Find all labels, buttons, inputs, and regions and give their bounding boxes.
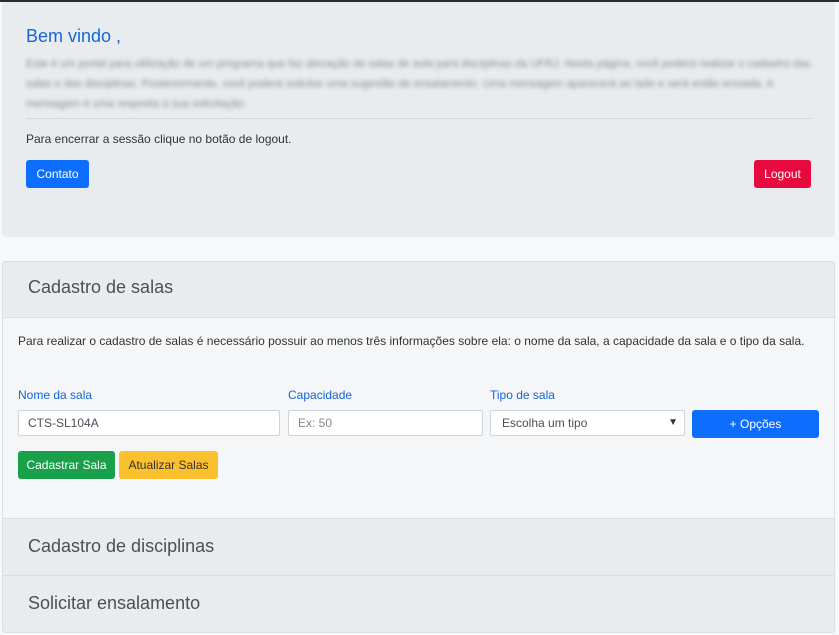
capacidade-label: Capacidade [288, 388, 353, 402]
logout-button[interactable]: Logout [754, 160, 811, 188]
contato-button[interactable]: Contato [26, 160, 89, 188]
capacidade-input[interactable]: Ex: 50 [288, 410, 483, 436]
logout-note: Para encerrar a sessão clique no botão d… [26, 132, 292, 146]
accordion: Cadastro de salas Para realizar o cadast… [2, 261, 835, 633]
capacidade-placeholder: Ex: 50 [298, 416, 333, 430]
accordion-header-label: Solicitar ensalamento [28, 593, 201, 613]
accordion-header-label: Cadastro de salas [28, 277, 174, 297]
tipo-sala-select[interactable]: Escolha um tipo ▼ [490, 410, 685, 436]
cadastrar-sala-button[interactable]: Cadastrar Sala [18, 451, 115, 479]
accordion-header-cadastro-salas[interactable]: Cadastro de salas [2, 261, 835, 318]
cadastro-salas-panel: Para realizar o cadastro de salas é nece… [2, 318, 835, 518]
chevron-down-icon: ▼ [668, 417, 678, 428]
panel-description: Para realizar o cadastro de salas é nece… [18, 334, 805, 348]
nome-sala-value: CTS-SL104A [28, 416, 99, 430]
tipo-sala-label: Tipo de sala [490, 388, 555, 402]
atualizar-salas-button[interactable]: Atualizar Salas [119, 451, 218, 479]
accordion-header-solicitar-ensalamento[interactable]: Solicitar ensalamento [2, 575, 835, 633]
welcome-title: Bem vindo , [26, 26, 122, 46]
welcome-description: Este é um portal para utilização de um p… [26, 58, 811, 110]
divider [26, 118, 812, 119]
tipo-sala-selected: Escolha um tipo [502, 416, 588, 430]
mais-opcoes-button[interactable]: + Opções [692, 410, 819, 438]
accordion-header-cadastro-disciplinas[interactable]: Cadastro de disciplinas [2, 518, 835, 576]
welcome-jumbotron: Bem vindo , Este é um portal para utiliz… [2, 2, 835, 237]
nome-sala-input[interactable]: CTS-SL104A [18, 410, 280, 436]
nome-sala-label: Nome da sala [18, 388, 93, 402]
accordion-header-label: Cadastro de disciplinas [28, 536, 215, 556]
